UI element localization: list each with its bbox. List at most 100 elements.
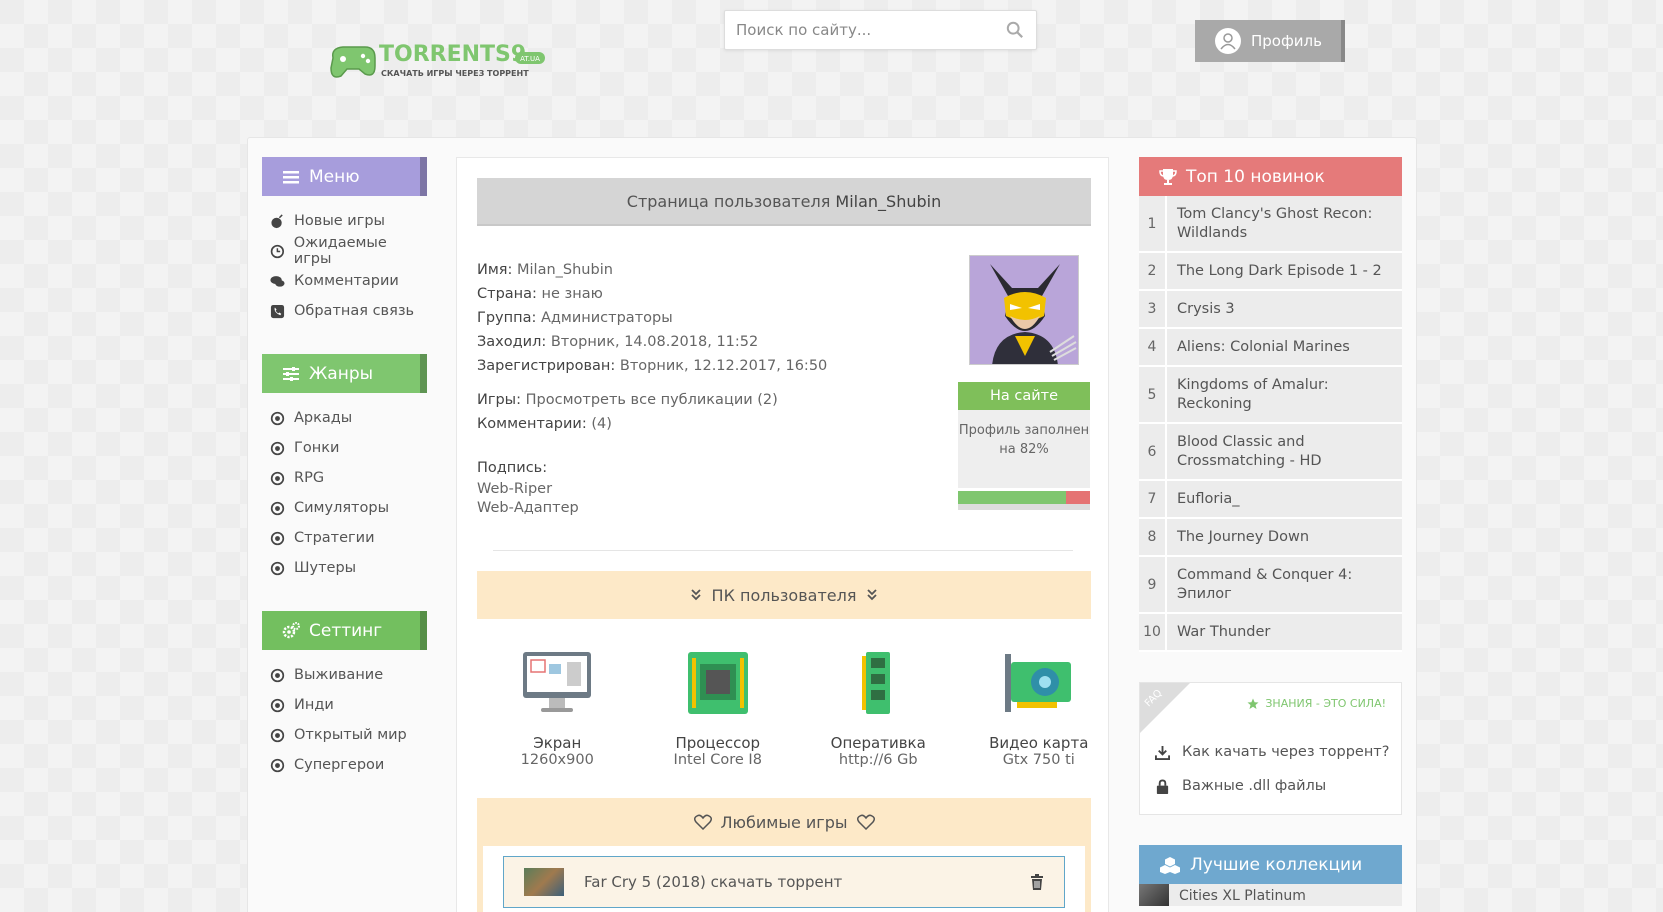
search-icon[interactable] — [1006, 21, 1024, 39]
faq-item-how-to-download[interactable]: Как качать через торрент? — [1155, 735, 1389, 769]
page-title-username: Milan_Shubin — [835, 191, 942, 211]
search-input[interactable] — [725, 11, 995, 49]
top10-game-title: The Long Dark Episode 1 - 2 — [1167, 253, 1402, 289]
favorites-header: Любимые игры — [477, 798, 1091, 846]
svg-text:TORRENTS9: TORRENTS9 — [379, 42, 526, 67]
info-label: Комментарии: — [477, 416, 587, 432]
genre-item[interactable]: Гонки — [270, 433, 427, 463]
comments-icon — [270, 275, 285, 287]
info-games-row: Игры: Просмотреть все публикации (2) — [477, 388, 827, 412]
heart-icon — [693, 814, 712, 830]
pc-specs: Экран 1260x900 Процессор Intel Core I8 О… — [477, 650, 1119, 768]
setting-item[interactable]: Инди — [270, 690, 427, 720]
top10-game-title: Tom Clancy's Ghost Recon: Wildlands — [1167, 196, 1402, 251]
cubes-icon — [1160, 856, 1180, 874]
heart-icon — [856, 814, 875, 830]
signature-line: Web-Riper — [477, 481, 553, 497]
setting-label: Открытый мир — [294, 727, 407, 743]
genres-title: Жанры — [309, 363, 374, 384]
top10-item[interactable]: 8 The Journey Down — [1139, 519, 1402, 557]
svg-text:AT.UA: AT.UA — [520, 55, 540, 63]
signature-line: Web-Адаптер — [477, 500, 579, 516]
top10-item[interactable]: 7 Eufloria_ — [1139, 481, 1402, 519]
setting-block-title: Сеттинг — [262, 611, 427, 650]
signature-label: Подпись: — [477, 460, 548, 476]
top10-rank: 8 — [1139, 519, 1167, 555]
top10-item[interactable]: 4 Aliens: Colonial Marines — [1139, 329, 1402, 367]
favorites-body: Far Cry 5 (2018) скачать торрент — [477, 846, 1091, 912]
signature-block: Подпись: Web-Riper Web-Адаптер — [477, 456, 827, 518]
top10-item[interactable]: 6 Blood Classic and Crossmatching - HD — [1139, 424, 1402, 481]
genre-item[interactable]: Шутеры — [270, 553, 427, 583]
genre-label: Стратегии — [294, 530, 375, 546]
genre-label: Гонки — [294, 440, 340, 456]
site-logo[interactable]: TORRENTS9 AT.UA СКАЧАТЬ ИГРЫ ЧЕРЕЗ ТОРРЕ… — [325, 36, 565, 86]
top10-game-title: Eufloria_ — [1167, 481, 1402, 517]
best-collection-item[interactable]: Cities XL Platinum — [1139, 884, 1402, 906]
genre-item[interactable]: Стратегии — [270, 523, 427, 553]
top10-item[interactable]: 5 Kingdoms of Amalur: Reckoning — [1139, 367, 1402, 424]
menu-title: Меню — [309, 166, 360, 187]
faq-item-dll-files[interactable]: Важные .dll файлы — [1155, 769, 1389, 803]
top10-game-title: Aliens: Colonial Marines — [1167, 329, 1402, 365]
dot-circle-icon — [270, 698, 285, 712]
top10-item[interactable]: 3 Crysis 3 — [1139, 291, 1402, 329]
left-sidebar: Меню Новые игры Ожидаемые игры Комментар… — [262, 157, 427, 792]
top10-rank: 10 — [1139, 614, 1167, 650]
favorite-game-item[interactable]: Far Cry 5 (2018) скачать торрент — [503, 856, 1065, 908]
info-value: не знаю — [541, 286, 603, 302]
pc-section-header[interactable]: ПК пользователя — [477, 571, 1091, 619]
top10-game-title: Crysis 3 — [1167, 291, 1402, 327]
genre-item[interactable]: Аркады — [270, 403, 427, 433]
menu-item-expected-games[interactable]: Ожидаемые игры — [270, 235, 427, 267]
top10-game-title: The Journey Down — [1167, 519, 1402, 555]
trophy-icon — [1159, 168, 1177, 185]
dot-circle-icon — [270, 471, 285, 485]
faq-item-label: Как качать через торрент? — [1182, 744, 1390, 760]
cogs-icon — [282, 621, 300, 638]
setting-item[interactable]: Выживание — [270, 660, 427, 690]
info-value: Milan_Shubin — [517, 262, 613, 278]
trash-icon[interactable] — [1030, 874, 1044, 890]
comments-count-link[interactable]: (4) — [591, 416, 612, 432]
menu-item-label: Ожидаемые игры — [293, 235, 387, 267]
user-info: Имя: Milan_Shubin Страна: не знаю Группа… — [477, 258, 827, 518]
setting-item[interactable]: Открытый мир — [270, 720, 427, 750]
dot-circle-icon — [270, 531, 285, 545]
page-title: Страница пользователя Milan_Shubin — [477, 178, 1091, 226]
cpu-icon — [687, 652, 748, 714]
double-chevron-down-icon — [690, 589, 701, 601]
gpu-icon — [1004, 654, 1071, 712]
pc-item-value: http://6 Gb — [838, 752, 918, 768]
top10-game-title: Kingdoms of Amalur: Reckoning — [1167, 367, 1402, 422]
top10-rank: 2 — [1139, 253, 1167, 289]
setting-label: Инди — [294, 697, 334, 713]
setting-label: Супергерои — [294, 757, 385, 773]
genre-label: Аркады — [294, 410, 353, 426]
info-value: Вторник, 14.08.2018, 11:52 — [550, 334, 759, 350]
search-box — [724, 10, 1037, 50]
menu-list: Новые игры Ожидаемые игры Комментарии Об… — [262, 196, 427, 338]
info-label: Группа: — [477, 310, 537, 326]
profile-fill-bar — [958, 491, 1090, 504]
bars-icon — [283, 170, 299, 183]
profile-label: Профиль — [1251, 32, 1322, 50]
profile-button[interactable]: Профиль — [1195, 20, 1345, 62]
pc-item-screen: Экран 1260x900 — [477, 650, 638, 768]
top10-item[interactable]: 2 The Long Dark Episode 1 - 2 — [1139, 253, 1402, 291]
top10-game-title: War Thunder — [1167, 614, 1402, 650]
collection-title: Cities XL Platinum — [1179, 888, 1306, 904]
menu-item-new-games[interactable]: Новые игры — [270, 206, 427, 236]
setting-item[interactable]: Супергерои — [270, 750, 427, 780]
top10-item[interactable]: 9 Command & Conquer 4: Эпилог — [1139, 557, 1402, 614]
genre-item[interactable]: RPG — [270, 463, 427, 493]
top10-item[interactable]: 10 War Thunder — [1139, 614, 1402, 652]
genre-label: Симуляторы — [294, 500, 390, 516]
genre-item[interactable]: Симуляторы — [270, 493, 427, 523]
top10-rank: 4 — [1139, 329, 1167, 365]
menu-item-feedback[interactable]: Обратная связь — [270, 296, 427, 326]
view-publications-link[interactable]: Просмотреть все публикации (2) — [526, 392, 778, 408]
pc-item-label: Оперативка — [830, 734, 926, 752]
menu-item-comments[interactable]: Комментарии — [270, 266, 427, 296]
top10-item[interactable]: 1 Tom Clancy's Ghost Recon: Wildlands — [1139, 196, 1402, 253]
